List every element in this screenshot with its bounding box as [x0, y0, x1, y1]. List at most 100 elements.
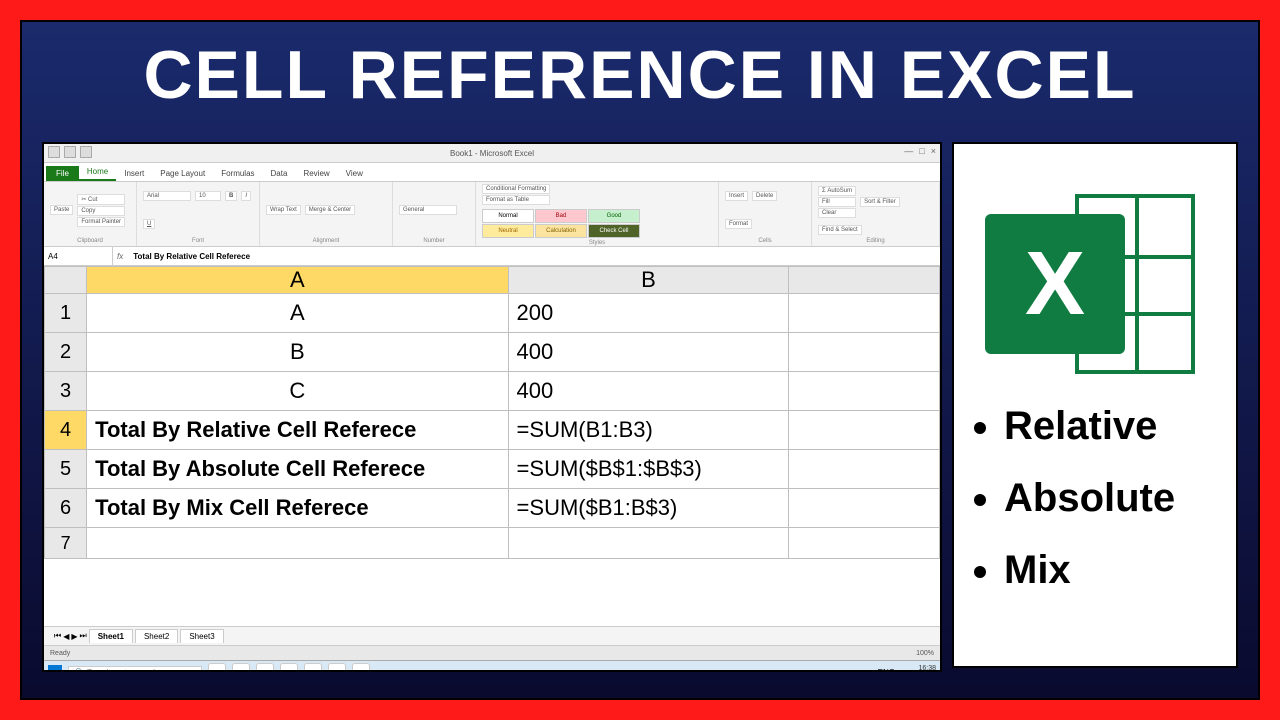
cell-a4[interactable]: Total By Relative Cell Referece: [87, 411, 508, 450]
cell-b4[interactable]: =SUM(B1:B3): [508, 411, 789, 450]
underline-button[interactable]: U: [143, 219, 155, 229]
style-calculation[interactable]: Calculation: [535, 224, 587, 238]
column-header-a[interactable]: A: [87, 267, 508, 294]
cell-c1[interactable]: [789, 294, 940, 333]
cell-a2[interactable]: B: [87, 333, 508, 372]
sheet-nav-next-icon[interactable]: ▶: [71, 632, 77, 641]
fill-button[interactable]: Fill: [818, 197, 856, 207]
taskbar-edge-icon[interactable]: [256, 663, 274, 672]
cell-a7[interactable]: [87, 528, 508, 559]
tab-review[interactable]: Review: [295, 166, 337, 181]
tab-file[interactable]: File: [46, 166, 79, 181]
tab-view[interactable]: View: [338, 166, 371, 181]
taskbar-chrome-icon[interactable]: [328, 663, 346, 672]
cell-c3[interactable]: [789, 372, 940, 411]
close-icon[interactable]: ×: [931, 146, 936, 156]
cell-c2[interactable]: [789, 333, 940, 372]
name-box[interactable]: A4: [44, 247, 113, 265]
style-bad[interactable]: Bad: [535, 209, 587, 223]
cell-a1[interactable]: A: [87, 294, 508, 333]
taskbar-search[interactable]: 🔍 Type here to search: [68, 666, 202, 673]
row-header-3[interactable]: 3: [45, 372, 87, 411]
clear-button[interactable]: Clear: [818, 208, 856, 218]
start-button[interactable]: [48, 665, 62, 672]
quick-access-toolbar[interactable]: [48, 146, 92, 158]
row-header-2[interactable]: 2: [45, 333, 87, 372]
insert-cells-button[interactable]: Insert: [725, 191, 748, 201]
row-header-1[interactable]: 1: [45, 294, 87, 333]
taskbar-store-icon[interactable]: [304, 663, 322, 672]
column-header-c[interactable]: [789, 267, 940, 294]
cell-a6[interactable]: Total By Mix Cell Referece: [87, 489, 508, 528]
taskbar-explorer-icon[interactable]: [280, 663, 298, 672]
row-header-4[interactable]: 4: [45, 411, 87, 450]
row-header-6[interactable]: 6: [45, 489, 87, 528]
sheet-tab-2[interactable]: Sheet2: [135, 629, 178, 643]
italic-button[interactable]: I: [241, 191, 251, 201]
sort-filter-button[interactable]: Sort & Filter: [860, 197, 900, 207]
font-size-dropdown[interactable]: 10: [195, 191, 221, 201]
row-header-7[interactable]: 7: [45, 528, 87, 559]
taskbar-clock[interactable]: 16:38 06/02/2023: [901, 665, 936, 672]
cell-c4[interactable]: [789, 411, 940, 450]
cell-b1[interactable]: 200: [508, 294, 789, 333]
style-normal[interactable]: Normal: [482, 209, 534, 223]
copy-button[interactable]: Copy: [77, 206, 125, 216]
cell-b7[interactable]: [508, 528, 789, 559]
cell-b3[interactable]: 400: [508, 372, 789, 411]
sheet-nav-last-icon[interactable]: ⏭: [80, 631, 87, 641]
status-bar: Ready 100%: [44, 645, 940, 660]
sheet-nav-prev-icon[interactable]: ◀: [63, 632, 69, 641]
format-painter-button[interactable]: Format Painter: [77, 217, 125, 227]
select-all-corner[interactable]: [45, 267, 87, 294]
cell-b2[interactable]: 400: [508, 333, 789, 372]
autosum-button[interactable]: Σ AutoSum: [818, 186, 856, 196]
tab-page-layout[interactable]: Page Layout: [152, 166, 213, 181]
cell-c5[interactable]: [789, 450, 940, 489]
conditional-formatting-button[interactable]: Conditional Formatting: [482, 184, 550, 194]
cell-a5[interactable]: Total By Absolute Cell Referece: [87, 450, 508, 489]
formula-bar[interactable]: Total By Relative Cell Referece: [127, 252, 940, 261]
merge-center-button[interactable]: Merge & Center: [305, 205, 355, 215]
taskbar-lang[interactable]: ENG: [878, 668, 895, 673]
cut-button[interactable]: ✂ Cut: [77, 194, 125, 205]
tab-data[interactable]: Data: [263, 166, 296, 181]
cell-c7[interactable]: [789, 528, 940, 559]
cell-styles-gallery[interactable]: Normal Bad Good Neutral Calculation Chec…: [482, 209, 640, 238]
qat-undo-icon[interactable]: [64, 146, 76, 158]
column-header-b[interactable]: B: [508, 267, 789, 294]
maximize-icon[interactable]: □: [919, 146, 924, 156]
number-format-dropdown[interactable]: General: [399, 205, 457, 215]
format-as-table-button[interactable]: Format as Table: [482, 195, 550, 205]
delete-cells-button[interactable]: Delete: [752, 191, 777, 201]
style-good[interactable]: Good: [588, 209, 640, 223]
tab-home[interactable]: Home: [79, 164, 116, 181]
qat-save-icon[interactable]: [48, 146, 60, 158]
sheet-nav-first-icon[interactable]: ⏮: [54, 631, 61, 641]
sheet-tab-3[interactable]: Sheet3: [180, 629, 223, 643]
cell-a3[interactable]: C: [87, 372, 508, 411]
row-header-5[interactable]: 5: [45, 450, 87, 489]
wrap-text-button[interactable]: Wrap Text: [266, 205, 301, 215]
paste-button[interactable]: Paste: [50, 205, 73, 215]
format-cells-button[interactable]: Format: [725, 219, 752, 229]
zoom-level[interactable]: 100%: [916, 650, 934, 657]
taskbar-app-icon[interactable]: [232, 663, 250, 672]
sheet-tab-1[interactable]: Sheet1: [89, 629, 133, 643]
taskbar-excel-icon[interactable]: [352, 663, 370, 672]
cell-b5[interactable]: =SUM($B$1:$B$3): [508, 450, 789, 489]
qat-redo-icon[interactable]: [80, 146, 92, 158]
style-neutral[interactable]: Neutral: [482, 224, 534, 238]
find-select-button[interactable]: Find & Select: [818, 225, 862, 235]
minimize-icon[interactable]: —: [904, 146, 913, 156]
spreadsheet-grid[interactable]: A B 1 A 200 2 B 400 3 C: [44, 266, 940, 626]
fx-icon[interactable]: fx: [113, 252, 127, 261]
bold-button[interactable]: B: [225, 191, 237, 201]
tab-insert[interactable]: Insert: [116, 166, 152, 181]
font-name-dropdown[interactable]: Arial: [143, 191, 191, 201]
taskbar-app-icon[interactable]: [208, 663, 226, 672]
cell-c6[interactable]: [789, 489, 940, 528]
cell-b6[interactable]: =SUM($B1:B$3): [508, 489, 789, 528]
style-check-cell[interactable]: Check Cell: [588, 224, 640, 238]
tab-formulas[interactable]: Formulas: [213, 166, 262, 181]
